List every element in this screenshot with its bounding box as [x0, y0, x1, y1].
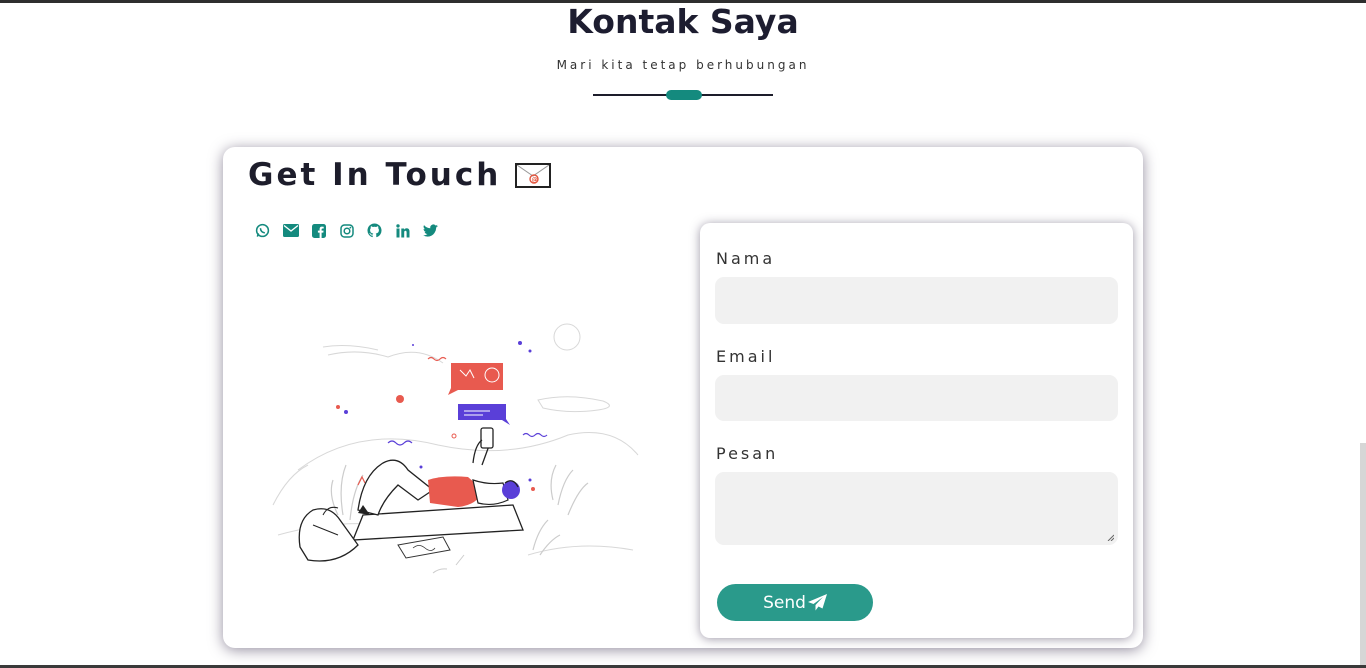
page-title: Kontak Saya — [567, 2, 799, 41]
name-label: Nama — [716, 249, 776, 268]
social-links — [254, 222, 439, 239]
github-icon[interactable] — [366, 222, 383, 239]
whatsapp-icon[interactable] — [254, 222, 271, 239]
card-title: Get In Touch @ — [248, 157, 552, 193]
facebook-icon[interactable] — [310, 222, 327, 239]
send-button-label: Send — [763, 592, 806, 613]
name-input[interactable] — [715, 277, 1118, 324]
email-label: Email — [716, 347, 776, 366]
message-textarea[interactable] — [715, 472, 1118, 545]
contact-illustration — [272, 323, 639, 574]
twitter-icon[interactable] — [422, 222, 439, 239]
card-title-text: Get In Touch — [248, 157, 502, 193]
linkedin-icon[interactable] — [394, 222, 411, 239]
email-icon[interactable] — [282, 222, 299, 239]
scrollbar-thumb[interactable] — [1360, 443, 1366, 665]
page-subtitle: Mari kita tetap berhubungan — [556, 58, 810, 72]
email-input[interactable] — [715, 375, 1118, 421]
contact-card: Get In Touch @ Nama Email Pesan Send — [223, 147, 1143, 648]
contact-form: Nama Email Pesan Send — [700, 223, 1133, 638]
envelope-icon: @ — [515, 162, 552, 188]
paper-plane-icon — [807, 594, 827, 611]
message-label: Pesan — [716, 444, 779, 463]
resize-handle-icon[interactable] — [1107, 534, 1114, 541]
svg-text:@: @ — [532, 176, 541, 183]
title-divider-accent — [666, 90, 702, 100]
send-button[interactable]: Send — [717, 584, 873, 621]
instagram-icon[interactable] — [338, 222, 355, 239]
